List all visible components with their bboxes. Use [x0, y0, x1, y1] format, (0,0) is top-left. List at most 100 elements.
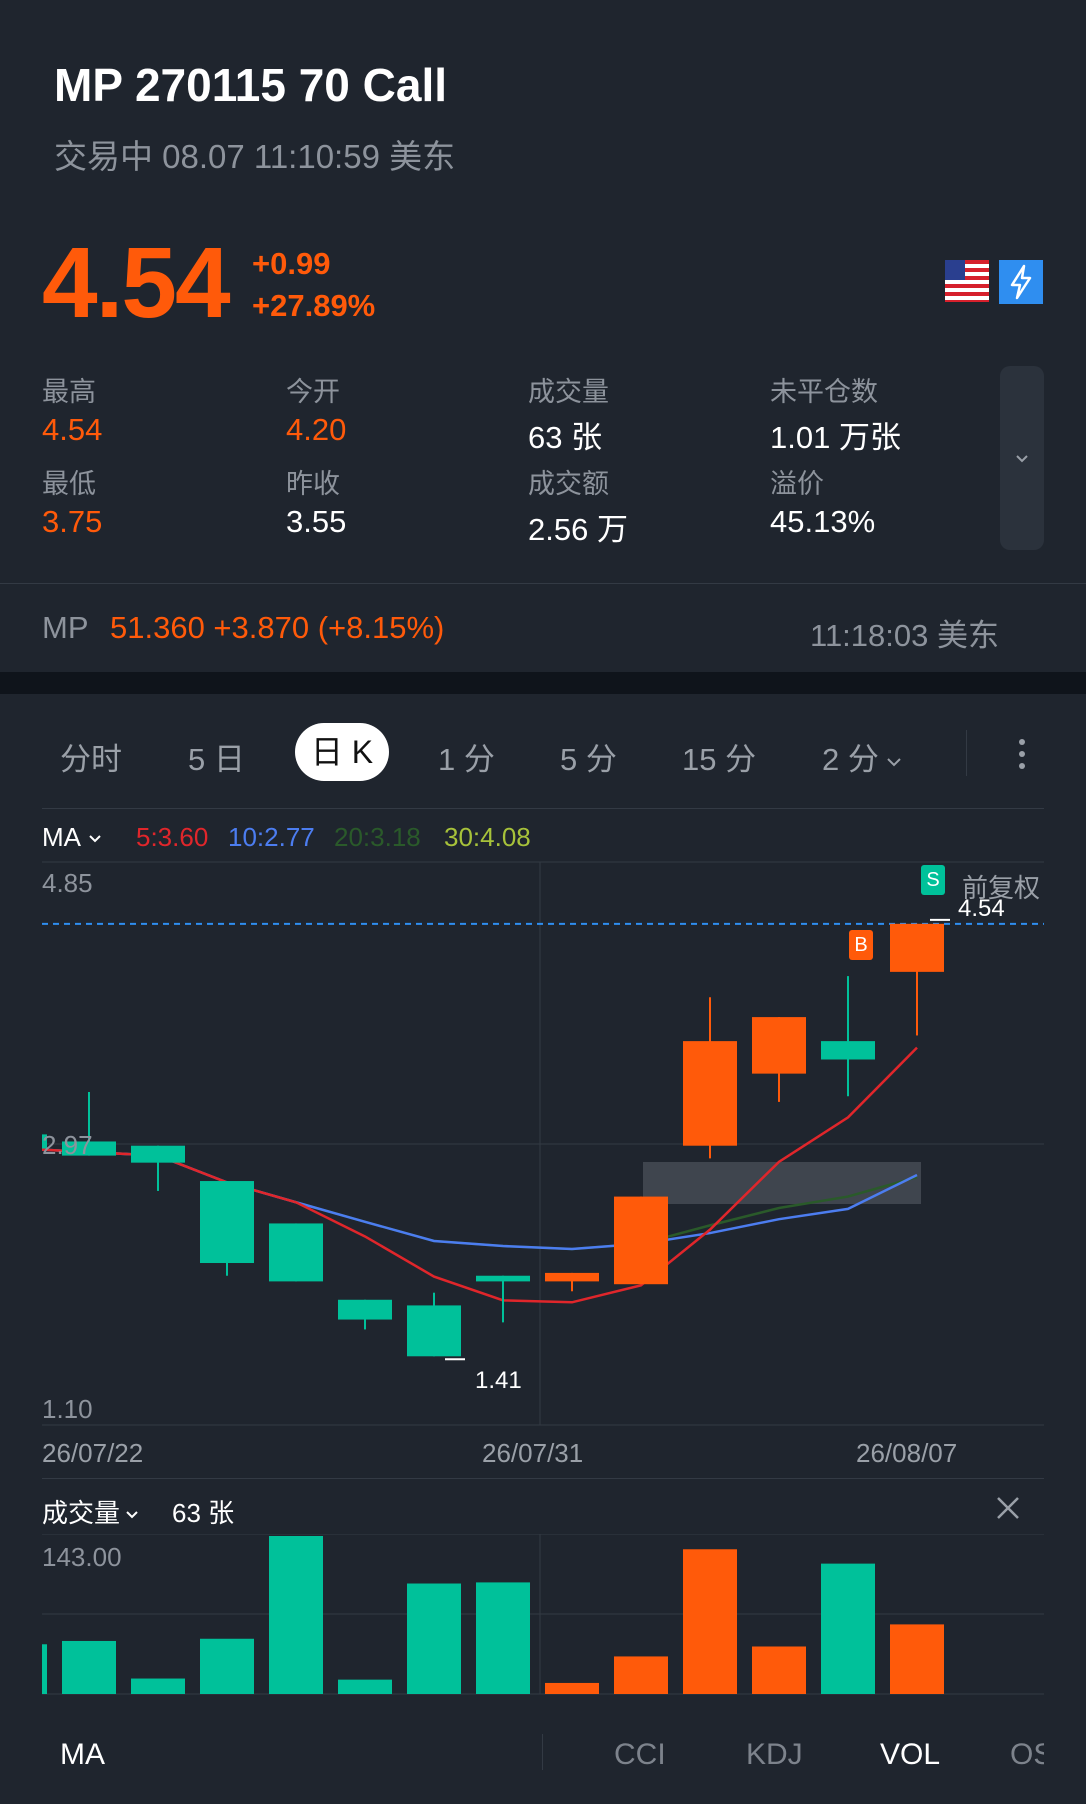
- volume-bar: [42, 1644, 47, 1694]
- candle-body: [407, 1305, 461, 1357]
- divider: [42, 808, 1044, 809]
- volume-bar: [614, 1656, 668, 1694]
- volume-indicator-value: 63 张: [172, 1498, 235, 1528]
- last-price: 4.54: [42, 227, 231, 339]
- candle-body: [545, 1272, 599, 1282]
- turnover-label: 成交额: [528, 469, 609, 499]
- x-axis-date-3: 26/08/07: [856, 1438, 958, 1468]
- volume-bar: [131, 1678, 185, 1694]
- volume-bar: [890, 1624, 944, 1694]
- volume-value: 63 张: [528, 420, 603, 455]
- close-icon[interactable]: [994, 1494, 1022, 1522]
- candlestick-chart[interactable]: [0, 860, 1086, 1430]
- turnover-value: 2.56 万: [528, 512, 628, 547]
- underlying-quote[interactable]: 51.360 +3.870 (+8.15%): [110, 610, 444, 646]
- prev-close-value: 3.55: [286, 504, 347, 539]
- section-gap: [0, 672, 1086, 694]
- tab-separator: [966, 730, 967, 776]
- ma20-value: 20:3.18: [334, 822, 421, 852]
- indicator-tab-os[interactable]: OS: [1010, 1738, 1044, 1772]
- candle-body: [42, 1134, 47, 1149]
- y-axis-bottom: 1.10: [42, 1394, 93, 1424]
- candle-body: [683, 1041, 737, 1146]
- candle-body: [890, 923, 944, 972]
- tab-2-min[interactable]: 2 分: [822, 734, 903, 779]
- tab-timeshare[interactable]: 分时: [60, 734, 122, 779]
- lightning-icon[interactable]: [999, 260, 1043, 304]
- volume-axis-max: 143.00: [42, 1542, 122, 1572]
- more-options-icon[interactable]: [1010, 734, 1034, 774]
- ma10-value: 10:2.77: [228, 822, 315, 852]
- ma30-value: 30:4.08: [444, 822, 531, 852]
- buy-marker[interactable]: B: [849, 930, 873, 960]
- volume-bar: [752, 1646, 806, 1694]
- volume-bar: [683, 1549, 737, 1694]
- expand-stats-button[interactable]: [1000, 366, 1044, 550]
- y-axis-top: 4.85: [42, 868, 93, 898]
- us-flag-icon: [945, 260, 989, 302]
- indicator-tab-cci[interactable]: CCI: [614, 1738, 666, 1772]
- premium-label: 溢价: [770, 469, 824, 499]
- premium-value: 45.13%: [770, 504, 876, 539]
- candle-body: [338, 1299, 392, 1320]
- chevron-down-icon: [887, 758, 901, 767]
- trading-status: 交易中 08.07 11:10:59 美东: [54, 138, 456, 175]
- volume-bar: [407, 1583, 461, 1694]
- open-value: 4.20: [286, 412, 347, 447]
- price-change-pct: +27.89%: [252, 288, 376, 323]
- tab-2-min-label: 2 分: [822, 742, 879, 777]
- ma-selector-label: MA: [42, 822, 81, 852]
- volume-chart[interactable]: [0, 1534, 1086, 1696]
- sell-marker[interactable]: S: [921, 865, 945, 895]
- chevron-down-icon: [126, 1511, 138, 1519]
- candle-body: [476, 1275, 530, 1282]
- candle-body: [614, 1196, 668, 1285]
- prev-close-label: 昨收: [286, 469, 340, 499]
- high-value: 4.54: [42, 412, 103, 447]
- highlight-zone: [643, 1162, 921, 1204]
- underlying-symbol[interactable]: MP: [42, 610, 89, 646]
- low-value: 3.75: [42, 504, 103, 539]
- high-label: 最高: [42, 377, 96, 407]
- indicator-tab-kdj[interactable]: KDJ: [746, 1738, 803, 1772]
- volume-bar: [269, 1536, 323, 1694]
- ma-selector[interactable]: MA: [42, 822, 103, 853]
- divider: [0, 583, 1086, 584]
- tab-separator: [542, 1734, 543, 1770]
- x-axis-date-2: 26/07/31: [482, 1438, 584, 1468]
- open-interest-label: 未平仓数: [770, 377, 878, 407]
- tab-5-min[interactable]: 5 分: [560, 734, 617, 779]
- volume-bar: [476, 1582, 530, 1694]
- chevron-down-icon: [89, 835, 101, 843]
- indicator-tab-vol[interactable]: VOL: [880, 1738, 940, 1772]
- low-label: 最低: [42, 469, 96, 499]
- quote-header: MP 270115 70 Call 交易中 08.07 11:10:59 美东 …: [0, 0, 1086, 672]
- low-price-tag: 1.41: [475, 1367, 522, 1394]
- y-axis-mid: 2.97: [42, 1130, 93, 1160]
- volume-bar: [62, 1640, 116, 1694]
- open-interest-value: 1.01 万张: [770, 420, 901, 455]
- candle-body: [200, 1181, 254, 1264]
- volume-bar: [338, 1679, 392, 1694]
- tab-5-day[interactable]: 5 日: [188, 734, 245, 779]
- x-axis-date-1: 26/07/22: [42, 1438, 144, 1468]
- divider: [42, 1478, 1044, 1479]
- last-price-tag: 4.54: [958, 895, 1005, 922]
- indicator-tab-ma[interactable]: MA: [60, 1738, 105, 1772]
- volume-label: 成交量: [528, 377, 609, 407]
- tab-daily-k[interactable]: 日 K: [295, 723, 389, 781]
- tab-1-min[interactable]: 1 分: [438, 734, 495, 779]
- volume-bar: [200, 1638, 254, 1694]
- volume-indicator-label: 成交量: [42, 1498, 121, 1528]
- price-change: +0.99: [252, 246, 331, 281]
- chevron-down-icon: [1016, 455, 1028, 463]
- contract-title: MP 270115 70 Call: [54, 59, 447, 111]
- candle-body: [821, 1041, 875, 1060]
- tab-15-min[interactable]: 15 分: [682, 734, 756, 779]
- volume-indicator-selector[interactable]: 成交量: [42, 1493, 140, 1530]
- underlying-time: 11:18:03 美东: [810, 618, 999, 653]
- volume-bar: [821, 1563, 875, 1694]
- candle-body: [752, 1017, 806, 1074]
- candle-body: [269, 1223, 323, 1282]
- volume-bar: [545, 1682, 599, 1694]
